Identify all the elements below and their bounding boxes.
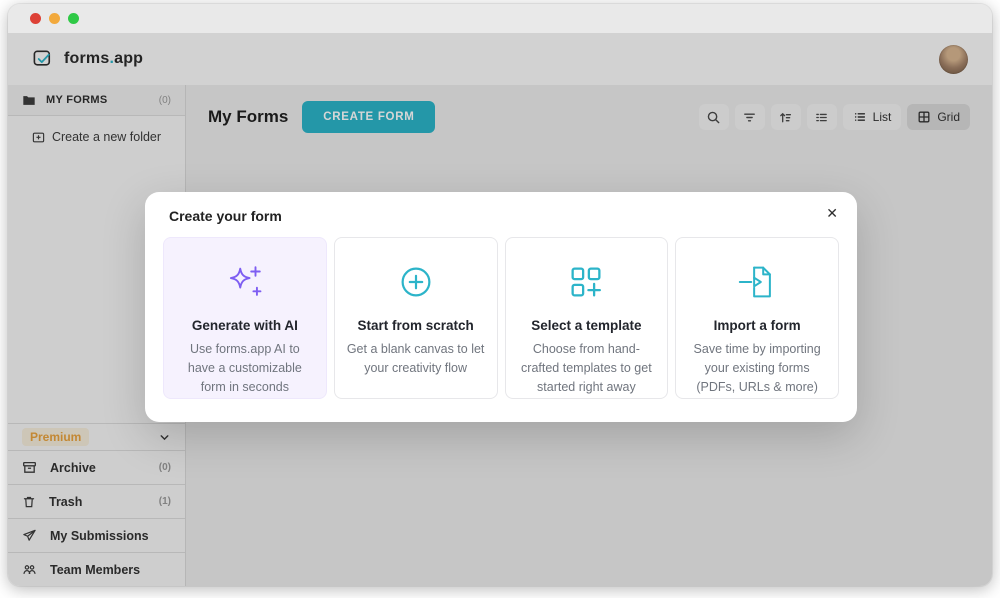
maximize-window-icon[interactable]: [68, 13, 79, 24]
modal-header: Create your form: [145, 192, 857, 237]
card-select-a-template[interactable]: Select a template Choose from hand-craft…: [504, 237, 669, 399]
circle-plus-icon: [395, 258, 437, 306]
close-icon[interactable]: ✕: [822, 201, 842, 226]
card-description: Save time by importing your existing for…: [693, 342, 821, 394]
card-title: Generate with AI: [191, 318, 298, 333]
card-start-from-scratch[interactable]: Start from scratch Get a blank canvas to…: [333, 237, 498, 399]
card-title: Import a form: [713, 318, 801, 333]
card-description: Choose from hand-crafted templates to ge…: [521, 342, 652, 394]
modal-title: Create your form: [169, 208, 282, 224]
card-description: Use forms.app AI to have a customizable …: [187, 342, 302, 394]
app-window: forms.app MY FORMS (0) Create a new fold…: [8, 4, 992, 586]
import-form-icon: [735, 258, 779, 306]
ai-sparkles-icon: [224, 258, 266, 306]
app-root: forms.app MY FORMS (0) Create a new fold…: [8, 33, 992, 586]
card-title: Start from scratch: [357, 318, 474, 333]
mac-titlebar: [8, 4, 992, 33]
minimize-window-icon[interactable]: [49, 13, 60, 24]
close-window-icon[interactable]: [30, 13, 41, 24]
card-generate-with-ai[interactable]: Generate with AI Use forms.app AI to hav…: [163, 237, 327, 399]
create-options: Generate with AI Use forms.app AI to hav…: [145, 237, 857, 399]
create-form-modal: Create your form ✕ Generate with AI Use …: [145, 192, 857, 422]
card-title: Select a template: [531, 318, 642, 333]
template-plus-icon: [565, 258, 607, 306]
card-description: Get a blank canvas to let your creativit…: [346, 342, 485, 375]
card-import-a-form[interactable]: Import a form Save time by importing you…: [675, 237, 839, 399]
